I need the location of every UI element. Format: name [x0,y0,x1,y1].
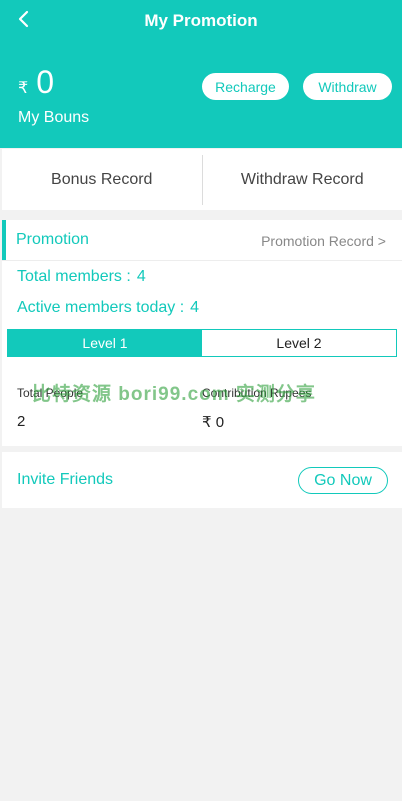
withdraw-button[interactable]: Withdraw [303,73,392,100]
balance-label: My Bouns [18,109,90,126]
promotion-header: My Promotion ₹ 0 My Bouns Recharge Withd… [0,0,402,148]
promotion-title: Promotion [16,231,89,248]
promotion-card: Promotion Promotion Record > Total membe… [2,220,402,446]
contribution-label: Contribution Rupees [202,386,312,400]
active-members-value: 4 [190,299,200,316]
total-people-value: 2 [17,413,26,430]
page-title: My Promotion [144,11,258,30]
total-members-value: 4 [136,268,146,285]
total-members-stat: Total members : 4 [17,268,146,286]
go-now-button[interactable]: Go Now [298,467,388,494]
active-members-stat: Active members today : 4 [17,299,199,317]
recharge-button[interactable]: Recharge [202,73,289,100]
invite-label: Invite Friends [17,471,114,488]
currency-symbol: ₹ [18,80,29,97]
tab-level-1[interactable]: Level 1 [8,330,202,356]
total-people-label: Total People [17,386,84,400]
record-tabs: Bonus Record Withdraw Record [2,149,402,210]
total-members-label: Total members : [17,268,131,285]
active-members-label: Active members today : [17,299,185,316]
promotion-record-link[interactable]: Promotion Record > [261,233,386,249]
accent-bar [2,220,6,260]
balance-amount: 0 [36,64,54,100]
contribution-value: ₹ 0 [202,414,225,431]
bonus-balance: ₹ 0 [18,64,54,101]
withdraw-record-tab[interactable]: Withdraw Record [203,171,402,189]
promotion-card-header: Promotion Promotion Record > [2,220,402,261]
tab-level-2[interactable]: Level 2 [202,330,396,356]
invite-card: Invite Friends Go Now [2,452,402,508]
level-tabs: Level 1 Level 2 [7,329,397,357]
bonus-record-tab[interactable]: Bonus Record [2,171,202,189]
